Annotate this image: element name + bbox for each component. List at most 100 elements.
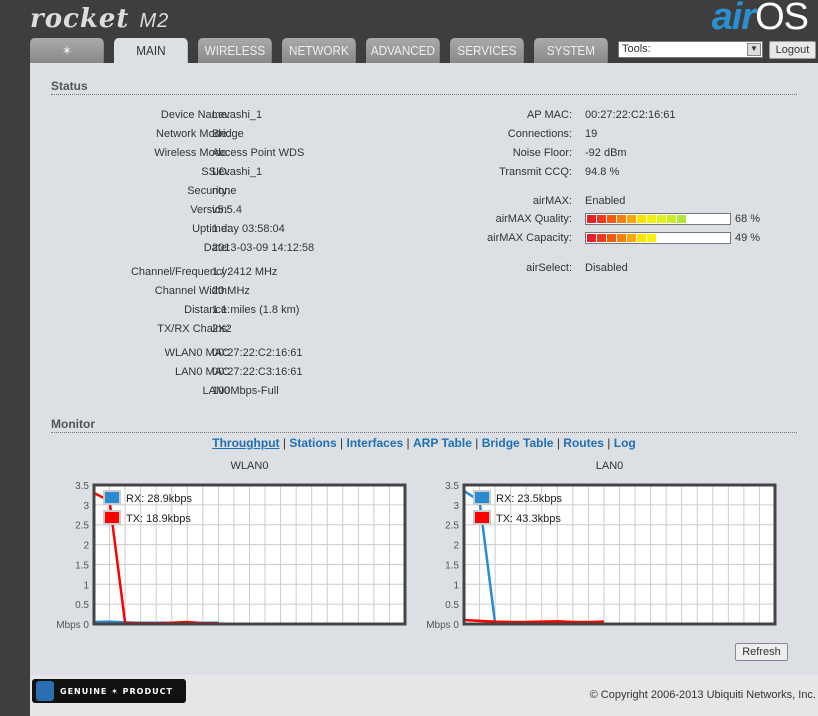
- airos-logo: airOS: [711, 0, 809, 38]
- bar-segment: [667, 215, 676, 223]
- status-value: 100Mbps-Full: [212, 385, 279, 397]
- legend-label: RX: 23.5kbps: [496, 493, 563, 505]
- tab-system[interactable]: SYSTEM: [534, 38, 608, 63]
- logout-button[interactable]: Logout: [769, 41, 816, 59]
- separator: |: [279, 436, 290, 450]
- monitor-link-stations[interactable]: Stations: [289, 436, 336, 450]
- bar-segment: [617, 234, 626, 242]
- tools-select[interactable]: Tools: ▼: [618, 41, 763, 58]
- main-panel: Status Device Name: Levashi_1 Network Mode…: [30, 63, 818, 675]
- bar-segment: [597, 215, 606, 223]
- genuine-product-badge: GENUINE ✶ PRODUCT: [32, 679, 186, 703]
- bar-segment: [607, 215, 616, 223]
- bar-segment: [627, 234, 636, 242]
- ubiquiti-logo-icon: ✶: [61, 42, 72, 58]
- chart-lan0: Mbps 0 0.5 1 1.5 2 2.5 3 3.5 RX: 23.5kbps TX: 43.…: [426, 481, 777, 631]
- legend-label: RX: 28.9kbps: [126, 493, 193, 505]
- y-tick-label: 2.5: [445, 521, 459, 532]
- monitor-link-interfaces[interactable]: Interfaces: [346, 436, 403, 450]
- monitor-link-arp-table[interactable]: ARP Table: [413, 436, 472, 450]
- status-value: 1 day 03:58:04: [212, 223, 285, 235]
- separator: |: [336, 436, 347, 450]
- status-label: Wireless Mode:: [154, 147, 230, 159]
- status-label: Distance:: [184, 304, 230, 316]
- y-tick-label: 3.5: [445, 481, 459, 492]
- monitor-links: Throughput | Stations | Interfaces | ARP…: [30, 436, 818, 450]
- status-label: Transmit CCQ:: [499, 166, 572, 178]
- status-label: SSID:: [201, 166, 230, 178]
- status-label: LAN0 MAC: [174, 366, 230, 378]
- status-label: Channel Width:: [154, 285, 230, 297]
- tab-network[interactable]: NETWORK: [282, 38, 356, 63]
- bar-segment: [587, 215, 596, 223]
- y-tick-label: 1.5: [75, 560, 89, 571]
- status-label: airMAX Capacity:: [487, 232, 572, 244]
- separator: |: [403, 436, 413, 450]
- tools-selected: Tools:: [622, 43, 651, 55]
- status-value: 1.1 miles (1.8 km): [212, 304, 300, 316]
- status-value: 2013-03-09 14:12:58: [212, 242, 315, 254]
- status-label: Channel/Frequency:: [130, 266, 230, 278]
- y-tick-label: 2: [453, 541, 459, 552]
- bar-segment: [627, 215, 636, 223]
- separator: |: [471, 436, 482, 450]
- bar-segment: [597, 234, 606, 242]
- legend-swatch: [473, 510, 491, 525]
- status-value: Levashi_1: [212, 109, 263, 121]
- tab-main[interactable]: MAIN: [114, 38, 188, 63]
- chevron-down-icon: ▼: [747, 43, 761, 56]
- throughput-charts: Mbps 0 0.5 1 1.5 2 2.5 3 3.5 RX: 28.9kbps TX: 18.…: [56, 481, 777, 631]
- status-label: Date:: [203, 242, 230, 254]
- bar-segment: [677, 215, 686, 223]
- status-label: Uptime:: [192, 223, 230, 235]
- y-tick-label: 2: [83, 541, 89, 552]
- monitor-link-throughput[interactable]: Throughput: [212, 436, 279, 450]
- bar-segment: [637, 215, 646, 223]
- lan0-chart-title: LAN0: [595, 460, 624, 472]
- copyright: © Copyright 2006-2013 Ubiquiti Networks,…: [589, 689, 816, 701]
- refresh-button[interactable]: Refresh: [735, 643, 788, 661]
- status-label: Noise Floor:: [512, 147, 572, 159]
- bar-segment: [657, 215, 666, 223]
- wlan0-chart-title: WLAN0: [230, 460, 269, 472]
- monitor-link-routes[interactable]: Routes: [563, 436, 604, 450]
- status-value: Levashi_1: [212, 166, 263, 178]
- tab-wireless[interactable]: WIRELESS: [198, 38, 272, 63]
- airmax-quality-bar: [585, 213, 731, 225]
- tab-services[interactable]: SERVICES: [450, 38, 524, 63]
- status-label: Network Mode:: [156, 128, 230, 140]
- monitor-heading: Monitor: [51, 417, 797, 433]
- status-value: 19: [585, 128, 598, 140]
- status-value: -92 dBm: [585, 147, 627, 159]
- y-tick-label: 3: [453, 501, 459, 512]
- status-value: 2X2: [212, 323, 232, 335]
- status-label: Version:: [190, 204, 230, 216]
- separator: |: [603, 436, 614, 450]
- y-tick-label: 1: [453, 580, 459, 591]
- y-tick-label: 1: [83, 580, 89, 591]
- status-label: WLAN0 MAC: [164, 347, 230, 359]
- status-heading: Status: [51, 79, 797, 95]
- monitor-link-log[interactable]: Log: [614, 436, 636, 450]
- status-label: Security:: [187, 185, 230, 197]
- legend-swatch: [103, 510, 121, 525]
- status-value: Access Point WDS: [212, 147, 305, 159]
- airmax-capacity-value: 49 %: [735, 232, 761, 244]
- monitor-link-bridge-table[interactable]: Bridge Table: [482, 436, 554, 450]
- status-value: 1 / 2412 MHz: [212, 266, 278, 278]
- legend-swatch: [473, 490, 491, 505]
- y-tick-label: 0.5: [445, 600, 459, 611]
- status-label: AP MAC:: [526, 109, 572, 121]
- tab-advanced[interactable]: ADVANCED: [366, 38, 440, 63]
- status-value: Enabled: [585, 195, 626, 207]
- tab-ubnt-logo[interactable]: ✶: [30, 38, 104, 63]
- y-tick-label: 3: [83, 501, 89, 512]
- bar-segment: [587, 234, 596, 242]
- y-tick-label: 3.5: [75, 481, 89, 492]
- status-value: v5.5.4: [212, 204, 242, 216]
- status-label: Connections:: [507, 128, 572, 140]
- airmax-capacity-bar: [585, 232, 731, 244]
- rocket-logo: rocket M2: [30, 4, 170, 34]
- status-value: 20 MHz: [212, 285, 250, 297]
- legend-swatch: [103, 490, 121, 505]
